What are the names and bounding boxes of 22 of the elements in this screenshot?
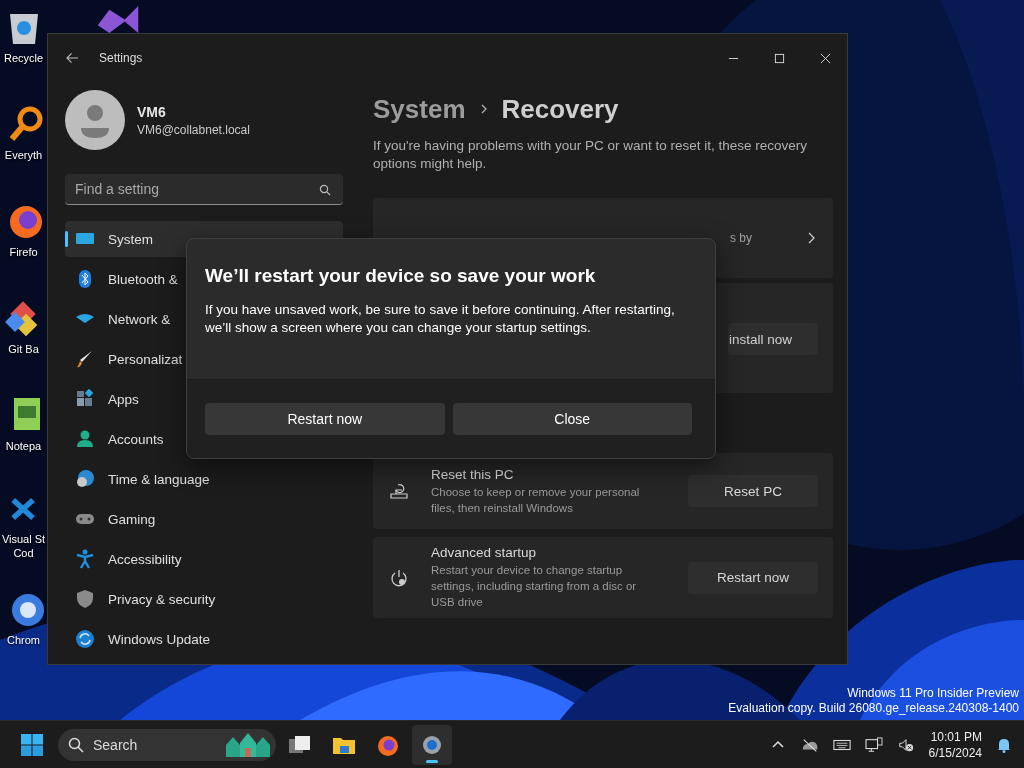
icon-label: Cod <box>13 546 34 560</box>
window-title: Settings <box>99 51 143 65</box>
icon-label: Everyth <box>4 148 43 162</box>
option-description: Choose to keep or remove your personal files, then reinstall Windows <box>431 484 641 516</box>
account-email: VM6@collabnet.local <box>137 122 250 137</box>
icon-label: Firefo <box>9 245 38 259</box>
account-name: VM6 <box>137 103 167 120</box>
watermark-text: Evaluation copy. Build 26080.ge_release.240308-1400 <box>728 701 1019 716</box>
dialog-title: We’ll restart your device so save your work <box>205 265 597 287</box>
icon-label: Chrom <box>7 633 40 647</box>
icon-label: Recycle <box>3 51 44 65</box>
dialog-message: If you have unsaved work, be sure to save it before continuing. After restarting, we’ll show a screen where you can change your startup settings. <box>205 301 676 337</box>
page-title: Recovery <box>501 93 619 125</box>
watermark-text: Windows 11 Pro Insider Preview <box>847 686 1019 701</box>
card-description: s by <box>730 231 752 245</box>
option-title: Reset this PC <box>431 466 515 482</box>
icon-label: Visual St <box>1 532 46 546</box>
icon-label: Git Ba <box>8 342 39 356</box>
icon-label: Notepa <box>5 439 42 453</box>
option-title: Advanced startup <box>431 545 538 560</box>
page-description: If you're having problems with your PC or want to reset it, these recovery options might help. <box>373 137 809 173</box>
option-description: Restart your device to change startup settings, including starting from a disc or USB drive <box>431 563 638 610</box>
